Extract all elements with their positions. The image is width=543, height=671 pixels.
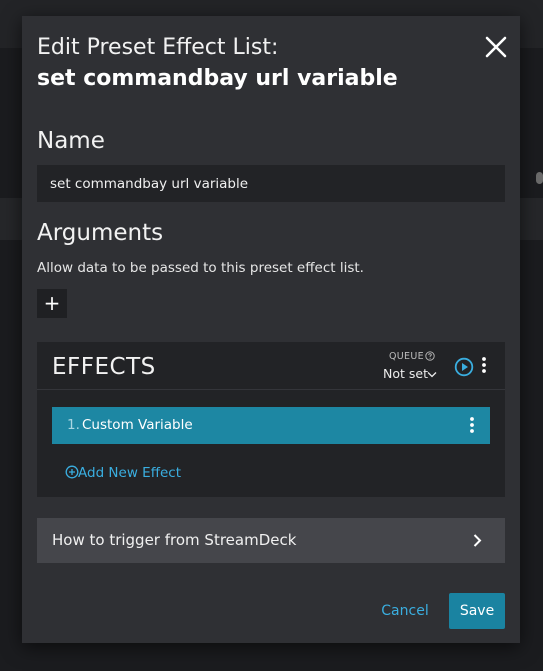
effect-index: 1. [67, 417, 80, 433]
effects-header: EFFECTS QUEUE Not set [37, 342, 505, 390]
queue-label: QUEUE [389, 351, 424, 362]
name-input[interactable] [37, 165, 505, 202]
edit-preset-modal: Edit Preset Effect List: set commandbay … [22, 16, 520, 643]
queue-select[interactable]: Not set [383, 366, 428, 381]
close-button[interactable] [482, 33, 510, 61]
effect-label: Custom Variable [82, 417, 193, 433]
kebab-menu-icon[interactable] [468, 416, 476, 434]
effects-panel: EFFECTS QUEUE Not set 1. Custom Variable… [37, 342, 505, 497]
arguments-description: Allow data to be passed to this preset e… [37, 260, 364, 276]
close-icon [485, 36, 507, 58]
streamdeck-accordion-label: How to trigger from StreamDeck [52, 531, 297, 549]
play-circle-icon[interactable] [454, 357, 474, 377]
plus-circle-icon [65, 465, 79, 479]
add-new-effect-label: Add New Effect [78, 465, 182, 481]
streamdeck-accordion[interactable]: How to trigger from StreamDeck [37, 518, 505, 563]
kebab-menu-icon[interactable] [480, 356, 488, 374]
add-argument-button[interactable]: + [37, 289, 67, 318]
backdrop-element [536, 172, 543, 184]
chevron-right-icon [473, 534, 482, 547]
name-section-title: Name [37, 128, 105, 154]
save-button[interactable]: Save [449, 593, 505, 629]
cancel-button[interactable]: Cancel [374, 594, 436, 628]
question-circle-icon[interactable] [425, 351, 435, 361]
effect-list-item[interactable]: 1. Custom Variable [52, 407, 490, 444]
chevron-down-icon[interactable] [427, 371, 437, 378]
arguments-section-title: Arguments [37, 220, 164, 246]
modal-title: Edit Preset Effect List: [37, 35, 279, 60]
effects-title: EFFECTS [52, 354, 156, 380]
modal-title-name: set commandbay url variable [37, 66, 398, 91]
